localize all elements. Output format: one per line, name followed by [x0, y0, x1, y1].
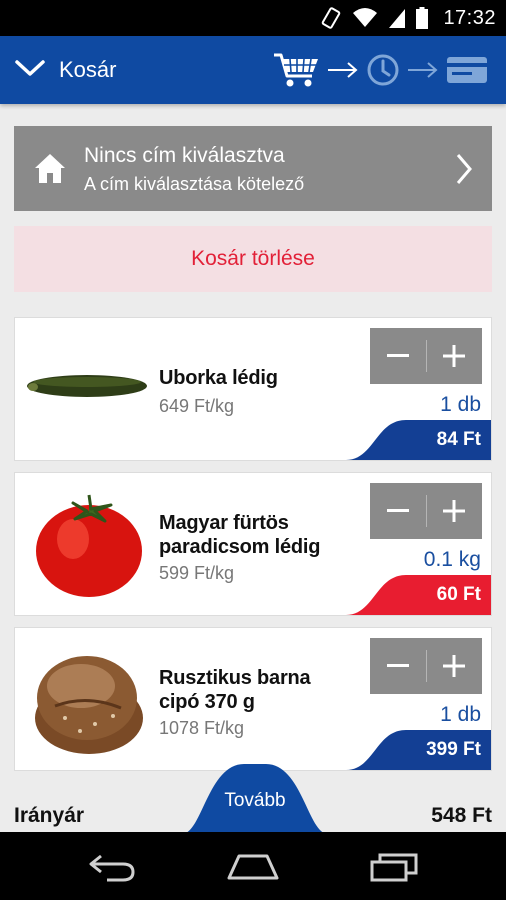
- item-name-line2: cipó 370 g: [159, 691, 255, 713]
- item-total: 84 Ft: [436, 429, 481, 450]
- chevron-right-icon: [456, 154, 472, 184]
- estimated-total-label: Irányár: [14, 804, 85, 827]
- item-unit-price: 649 Ft/kg: [159, 396, 235, 416]
- estimated-total-value: 548 Ft: [431, 804, 492, 827]
- arrow-right-icon: [328, 62, 358, 78]
- item-quantity: 0.1 kg: [423, 548, 481, 571]
- checkout-steps: [272, 51, 488, 89]
- item-total-tab: 84 Ft: [346, 420, 491, 460]
- cart-item: Magyar fürtös paradicsom lédig 599 Ft/kg…: [14, 472, 492, 616]
- cart-icon: [274, 53, 318, 87]
- item-name-line1: Magyar fürtös: [159, 512, 289, 534]
- collapse-button[interactable]: [14, 58, 46, 86]
- item-quantity: 1 db: [440, 703, 481, 726]
- minus-icon: [386, 509, 409, 512]
- minus-icon: [386, 354, 409, 357]
- battery-icon: [416, 7, 428, 29]
- item-name: Uborka lédig: [159, 367, 278, 389]
- plus-icon: [443, 345, 466, 367]
- decrease-button[interactable]: [370, 638, 426, 694]
- credit-card-icon: [447, 57, 487, 83]
- wifi-icon: [353, 8, 377, 27]
- bread-image: [35, 656, 143, 754]
- chevron-down-icon: [15, 60, 45, 76]
- increase-button[interactable]: [426, 483, 482, 539]
- increase-button[interactable]: [426, 328, 482, 384]
- address-hint: A cím kiválasztása kötelező: [84, 174, 305, 194]
- signal-icon: [389, 9, 405, 28]
- item-total-tab: 60 Ft: [346, 575, 491, 615]
- item-name-line2: paradicsom lédig: [159, 536, 321, 558]
- quantity-stepper: [370, 638, 482, 694]
- item-total: 60 Ft: [436, 584, 481, 605]
- next-button[interactable]: Tovább: [182, 764, 328, 834]
- address-selector[interactable]: Nincs cím kiválasztva A cím kiválasztása…: [14, 126, 492, 211]
- clear-cart-button[interactable]: Kosár törlése: [14, 226, 492, 292]
- quantity-stepper: [370, 483, 482, 539]
- item-name-line1: Rusztikus barna: [159, 667, 311, 689]
- cucumber-image: [27, 375, 147, 397]
- cart-item: Uborka lédig 649 Ft/kg 1 db 84 Ft: [14, 317, 492, 461]
- decrease-button[interactable]: [370, 328, 426, 384]
- app-bar: Kosár: [0, 36, 506, 104]
- home-icon: [35, 154, 65, 183]
- item-unit-price: 599 Ft/kg: [159, 563, 235, 583]
- cart-item: Rusztikus barna cipó 370 g 1078 Ft/kg 1 …: [14, 627, 492, 771]
- page-title: Kosár: [59, 57, 117, 82]
- recent-apps-icon[interactable]: [370, 852, 418, 882]
- item-total-tab: 399 Ft: [346, 730, 491, 770]
- vibrate-icon: [321, 7, 341, 29]
- arrow-right-icon: [408, 62, 438, 78]
- back-icon[interactable]: [87, 852, 137, 882]
- minus-icon: [386, 664, 409, 667]
- plus-icon: [443, 655, 466, 677]
- home-nav-icon[interactable]: [227, 852, 279, 882]
- address-status: Nincs cím kiválasztva: [84, 144, 285, 167]
- clock-icon: [367, 54, 399, 86]
- item-quantity: 1 db: [440, 393, 481, 416]
- next-button-label: Tovább: [224, 790, 286, 811]
- increase-button[interactable]: [426, 638, 482, 694]
- item-unit-price: 1078 Ft/kg: [159, 718, 245, 738]
- tomato-image: [36, 494, 142, 597]
- decrease-button[interactable]: [370, 483, 426, 539]
- item-total: 399 Ft: [426, 739, 481, 760]
- system-nav-bar: [0, 832, 506, 900]
- quantity-stepper: [370, 328, 482, 384]
- plus-icon: [443, 500, 466, 522]
- status-bar: 17:32: [0, 0, 506, 36]
- clock: 17:32: [443, 7, 496, 29]
